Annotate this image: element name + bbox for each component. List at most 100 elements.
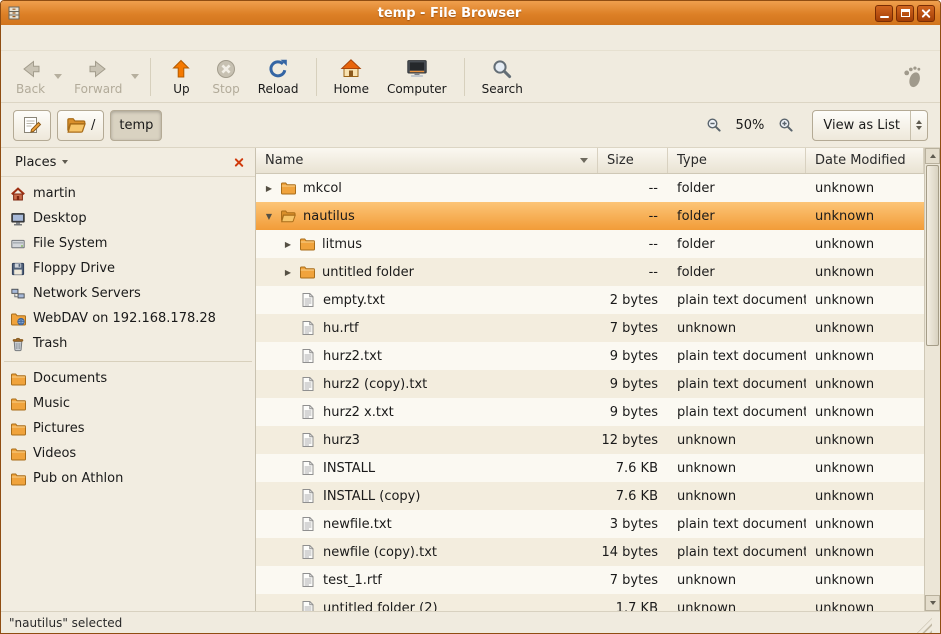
sidebar-item[interactable]: Pictures (1, 416, 255, 441)
column-header-type[interactable]: Type (668, 148, 806, 173)
file-modified: unknown (806, 321, 924, 336)
file-row[interactable]: INSTALL 7.6 KB unknown unknown (256, 454, 924, 482)
path-root-button[interactable]: / (57, 110, 104, 141)
file-row[interactable]: hurz2 x.txt 9 bytes plain text document … (256, 398, 924, 426)
file-row[interactable]: INSTALL (copy) 7.6 KB unknown unknown (256, 482, 924, 510)
zoom-out-button[interactable] (702, 113, 726, 137)
close-button[interactable] (917, 5, 935, 22)
file-row[interactable]: ▼ nautilus -- folder unknown (256, 202, 924, 230)
file-rows: ▶ mkcol -- folder unknown ▼ nauti (256, 174, 924, 611)
maximize-button[interactable] (896, 5, 914, 22)
file-row[interactable]: newfile.txt 3 bytes plain text document … (256, 510, 924, 538)
expander-icon[interactable]: ▶ (262, 184, 276, 193)
file-name: newfile (copy).txt (323, 545, 437, 560)
expander-icon[interactable]: ▶ (281, 240, 295, 249)
sidebar-item-label: Floppy Drive (33, 261, 115, 276)
sidebar-item[interactable]: WebDAV on 192.168.178.28 (1, 306, 255, 331)
column-header-size[interactable]: Size (598, 148, 668, 173)
sidebar-item[interactable]: Floppy Drive (1, 256, 255, 281)
minimize-button[interactable] (875, 5, 893, 22)
file-name-cell: newfile.txt (256, 516, 598, 532)
expander-icon[interactable]: ▼ (262, 212, 276, 221)
chevron-updown-icon[interactable] (910, 111, 927, 140)
toolbar-button[interactable]: Back (7, 54, 54, 99)
sidebar-item-label: Music (33, 396, 70, 411)
file-row[interactable]: hurz2.txt 9 bytes plain text document un… (256, 342, 924, 370)
file-row[interactable]: ▶ untitled folder -- folder unknown (256, 258, 924, 286)
toolbar-button-label: Computer (387, 82, 447, 96)
file-name-cell: untitled folder (2) (256, 600, 598, 611)
file-row[interactable]: ▶ mkcol -- folder unknown (256, 174, 924, 202)
file-row[interactable]: test_1.rtf 7 bytes unknown unknown (256, 566, 924, 594)
file-size: 7 bytes (598, 573, 668, 588)
toolbar-button[interactable]: Forward (65, 54, 131, 99)
file-row[interactable]: empty.txt 2 bytes plain text document un… (256, 286, 924, 314)
sidebar-item[interactable] (1, 356, 255, 366)
scrollbar-thumb[interactable] (926, 165, 939, 346)
sidebar-item[interactable]: martin (1, 181, 255, 206)
sidebar-item[interactable]: Trash (1, 331, 255, 356)
close-icon (921, 8, 932, 19)
places-dropdown[interactable]: Places (7, 152, 76, 173)
file-row[interactable]: ▶ litmus -- folder unknown (256, 230, 924, 258)
resize-grip[interactable] (917, 618, 932, 633)
file-size: 7.6 KB (598, 461, 668, 476)
view-mode-select[interactable]: View as List (812, 110, 928, 141)
sidebar-item-icon (10, 446, 26, 462)
sidebar-item[interactable]: Music (1, 391, 255, 416)
scrollbar-trough[interactable] (925, 164, 940, 595)
sidebar-item[interactable]: Documents (1, 366, 255, 391)
toolbar-button[interactable]: Reload (249, 54, 308, 99)
file-row[interactable]: hurz3 12 bytes unknown unknown (256, 426, 924, 454)
sort-indicator-icon (580, 158, 588, 163)
sidebar-item-label: Desktop (33, 211, 87, 226)
toggle-location-entry-button[interactable] (13, 110, 51, 141)
toolbar-button[interactable]: Up (159, 54, 203, 99)
location-bar: / temp 50% View as List (1, 103, 940, 148)
toolbar-button[interactable]: Search (473, 54, 532, 99)
file-modified: unknown (806, 433, 924, 448)
column-header-date[interactable]: Date Modified (806, 148, 924, 173)
chevron-down-icon[interactable] (131, 74, 139, 79)
file-row[interactable]: untitled folder (2) 1.7 KB unknown unkno… (256, 594, 924, 611)
file-name-cell: INSTALL (copy) (256, 488, 598, 504)
file-row[interactable]: hu.rtf 7 bytes unknown unknown (256, 314, 924, 342)
toolbar-button[interactable]: Computer (378, 54, 456, 99)
menu-item[interactable] (99, 35, 117, 41)
toolbar-button[interactable]: Stop (203, 54, 248, 99)
sidebar-item-icon (10, 236, 26, 252)
toolbar-button-icon (339, 57, 363, 81)
sidebar-item[interactable]: Desktop (1, 206, 255, 231)
menu-item[interactable] (9, 35, 27, 41)
file-row[interactable]: newfile (copy).txt 14 bytes plain text d… (256, 538, 924, 566)
zoom-in-button[interactable] (774, 113, 798, 137)
statusbar: "nautilus" selected (1, 611, 940, 633)
menu-item[interactable] (45, 35, 63, 41)
toolbar-button[interactable]: Home (325, 54, 378, 99)
file-name-cell: ▼ nautilus (256, 208, 598, 224)
column-header-name[interactable]: Name (256, 148, 598, 173)
file-type: plain text document (668, 517, 806, 532)
file-row[interactable]: hurz2 (copy).txt 9 bytes plain text docu… (256, 370, 924, 398)
titlebar[interactable]: temp - File Browser (1, 1, 940, 25)
sidebar-item[interactable]: Network Servers (1, 281, 255, 306)
sidebar-item[interactable]: Pub on Athlon (1, 466, 255, 491)
sidebar-item[interactable]: Videos (1, 441, 255, 466)
scroll-down-button[interactable] (925, 595, 940, 611)
close-sidebar-button[interactable] (229, 152, 249, 172)
sidebar-item-label: WebDAV on 192.168.178.28 (33, 311, 216, 326)
scroll-up-button[interactable] (925, 148, 940, 164)
column-header-name-label: Name (265, 153, 303, 168)
chevron-down-icon[interactable] (54, 74, 62, 79)
menu-item[interactable] (63, 35, 81, 41)
file-type: unknown (668, 433, 806, 448)
vertical-scrollbar[interactable] (924, 148, 940, 611)
expander-icon[interactable]: ▶ (281, 268, 295, 277)
toolbar-button-label: Back (16, 82, 45, 96)
menu-item[interactable] (81, 35, 99, 41)
file-modified: unknown (806, 293, 924, 308)
sidebar-item[interactable]: File System (1, 231, 255, 256)
file-modified: unknown (806, 349, 924, 364)
menu-item[interactable] (27, 35, 45, 41)
path-current-button[interactable]: temp (110, 110, 162, 141)
